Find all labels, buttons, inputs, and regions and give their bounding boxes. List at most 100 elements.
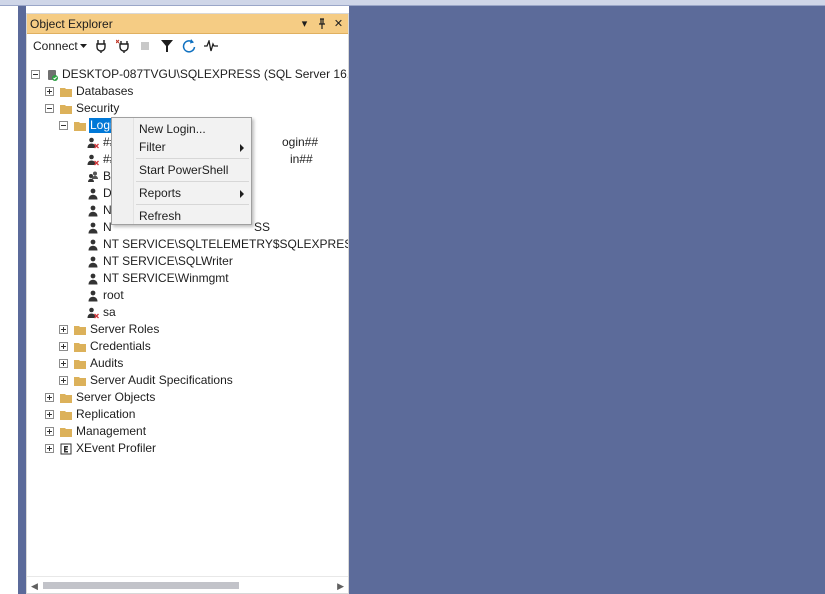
login-icon: [88, 239, 98, 250]
object-explorer-panel: Object Explorer ▾ ✕ Connect DESKTOP-087T…: [26, 13, 349, 594]
expand-icon[interactable]: [59, 342, 68, 351]
close-icon[interactable]: ✕: [331, 16, 346, 31]
server-roles-label: Server Roles: [90, 322, 160, 336]
menu-item-refresh[interactable]: Refresh: [139, 209, 181, 223]
folder-icon: [60, 427, 72, 437]
context-menu-icon-gutter: [112, 118, 134, 224]
tree-node-login[interactable]: sa: [87, 304, 117, 321]
server-label: DESKTOP-087TVGU\SQLEXPRESS (SQL Server 1…: [62, 67, 348, 81]
xevent-profiler-icon: [60, 443, 72, 454]
submenu-arrow-icon: [240, 190, 244, 198]
menu-item-new-login[interactable]: New Login...: [139, 122, 206, 136]
expand-icon[interactable]: [59, 325, 68, 334]
expand-icon[interactable]: [59, 376, 68, 385]
expand-icon[interactable]: [45, 427, 54, 436]
object-explorer-title: Object Explorer: [30, 17, 113, 31]
folder-icon: [74, 325, 86, 335]
login-label-tail: SS: [254, 220, 271, 234]
pin-icon[interactable]: [314, 16, 329, 31]
replication-label: Replication: [76, 407, 136, 421]
window-position-dropdown-icon[interactable]: ▾: [297, 16, 312, 31]
stop-icon[interactable]: [137, 38, 153, 54]
expand-icon[interactable]: [59, 359, 68, 368]
menu-item-start-powershell[interactable]: Start PowerShell: [139, 163, 228, 177]
expand-icon[interactable]: [45, 87, 54, 96]
tree-node-login[interactable]: N SS: [87, 219, 270, 236]
login-label-tail: in##: [290, 152, 313, 166]
folder-icon: [74, 376, 86, 386]
tree-node-login[interactable]: NT SERVICE\Winmgmt: [87, 270, 230, 287]
folder-icon: [74, 359, 86, 369]
tree-node-login[interactable]: NT SERVICE\SQLWriter: [87, 253, 234, 270]
object-explorer-title-bar[interactable]: Object Explorer ▾ ✕: [27, 14, 348, 34]
login-label: NT SERVICE\SQLWriter: [103, 254, 233, 268]
login-icon: [88, 256, 98, 267]
disconnect-plug-icon[interactable]: [115, 38, 131, 54]
tree-node-xevent-profiler[interactable]: XEvent Profiler: [45, 440, 157, 457]
logins-context-menu: New Login... Filter Start PowerShell Rep…: [111, 117, 252, 225]
tree-node-login[interactable]: root: [87, 287, 125, 304]
expand-icon[interactable]: [45, 444, 54, 453]
login-label: sa: [103, 305, 116, 319]
login-disabled-icon: [87, 137, 99, 148]
server-audit-specifications-label: Server Audit Specifications: [90, 373, 233, 387]
activity-monitor-icon[interactable]: [203, 38, 219, 54]
login-label: NT SERVICE\SQLTELEMETRY$SQLEXPRESS: [103, 237, 348, 251]
collapse-icon[interactable]: [45, 104, 54, 113]
tree-node-management[interactable]: Management: [45, 423, 147, 440]
filter-icon[interactable]: [159, 38, 175, 54]
menu-item-filter[interactable]: Filter: [139, 140, 166, 154]
scrollbar-thumb[interactable]: [43, 582, 239, 589]
login-disabled-icon: [87, 154, 99, 165]
folder-icon: [60, 87, 72, 97]
group-login-icon: [88, 171, 98, 182]
login-disabled-icon: [87, 307, 99, 318]
login-label: NT SERVICE\Winmgmt: [103, 271, 229, 285]
login-icon: [88, 188, 98, 199]
tree-node-security[interactable]: Security: [45, 100, 120, 117]
collapse-icon[interactable]: [31, 70, 40, 79]
management-label: Management: [76, 424, 147, 438]
tree-node-login[interactable]: D: [87, 185, 113, 202]
expand-icon[interactable]: [45, 393, 54, 402]
audits-label: Audits: [90, 356, 124, 370]
tree-node-server-objects[interactable]: Server Objects: [45, 389, 156, 406]
document-area-background: [349, 6, 825, 594]
tree-node-login[interactable]: NT SERVICE\SQLTELEMETRY$SQLEXPRESS: [87, 236, 348, 253]
horizontal-scrollbar[interactable]: ◀ ▶: [27, 576, 348, 593]
expand-icon[interactable]: [45, 410, 54, 419]
connect-button[interactable]: Connect: [33, 39, 87, 53]
connect-plug-icon[interactable]: [93, 38, 109, 54]
scroll-left-arrow-icon[interactable]: ◀: [31, 581, 38, 592]
tree-node-server-roles[interactable]: Server Roles: [59, 321, 160, 338]
scroll-right-arrow-icon[interactable]: ▶: [337, 581, 344, 592]
tree-node-databases[interactable]: Databases: [45, 83, 134, 100]
folder-icon: [60, 393, 72, 403]
chevron-down-icon: [79, 43, 87, 48]
refresh-icon[interactable]: [181, 38, 197, 54]
menu-item-reports[interactable]: Reports: [139, 186, 181, 200]
object-explorer-toolbar: Connect: [27, 35, 348, 57]
tree-node-login[interactable]: N: [87, 202, 113, 219]
tree-node-replication[interactable]: Replication: [45, 406, 136, 423]
tree-node-server-audit-specifications[interactable]: Server Audit Specifications: [59, 372, 234, 389]
tree-node-audits[interactable]: Audits: [59, 355, 124, 372]
left-window-edge: [18, 6, 26, 594]
menu-separator: [136, 158, 249, 159]
menu-separator: [136, 181, 249, 182]
server-objects-label: Server Objects: [76, 390, 156, 404]
folder-icon: [60, 410, 72, 420]
menu-separator: [136, 204, 249, 205]
tree-node-credentials[interactable]: Credentials: [59, 338, 152, 355]
login-label: root: [103, 288, 124, 302]
databases-label: Databases: [76, 84, 134, 98]
login-icon: [88, 290, 98, 301]
login-icon: [88, 273, 98, 284]
submenu-arrow-icon: [240, 144, 244, 152]
credentials-label: Credentials: [90, 339, 151, 353]
collapse-icon[interactable]: [59, 121, 68, 130]
tree-node-server[interactable]: DESKTOP-087TVGU\SQLEXPRESS (SQL Server 1…: [31, 66, 348, 83]
xevent-profiler-label: XEvent Profiler: [76, 441, 157, 455]
folder-icon: [74, 121, 86, 131]
login-icon: [88, 222, 98, 233]
